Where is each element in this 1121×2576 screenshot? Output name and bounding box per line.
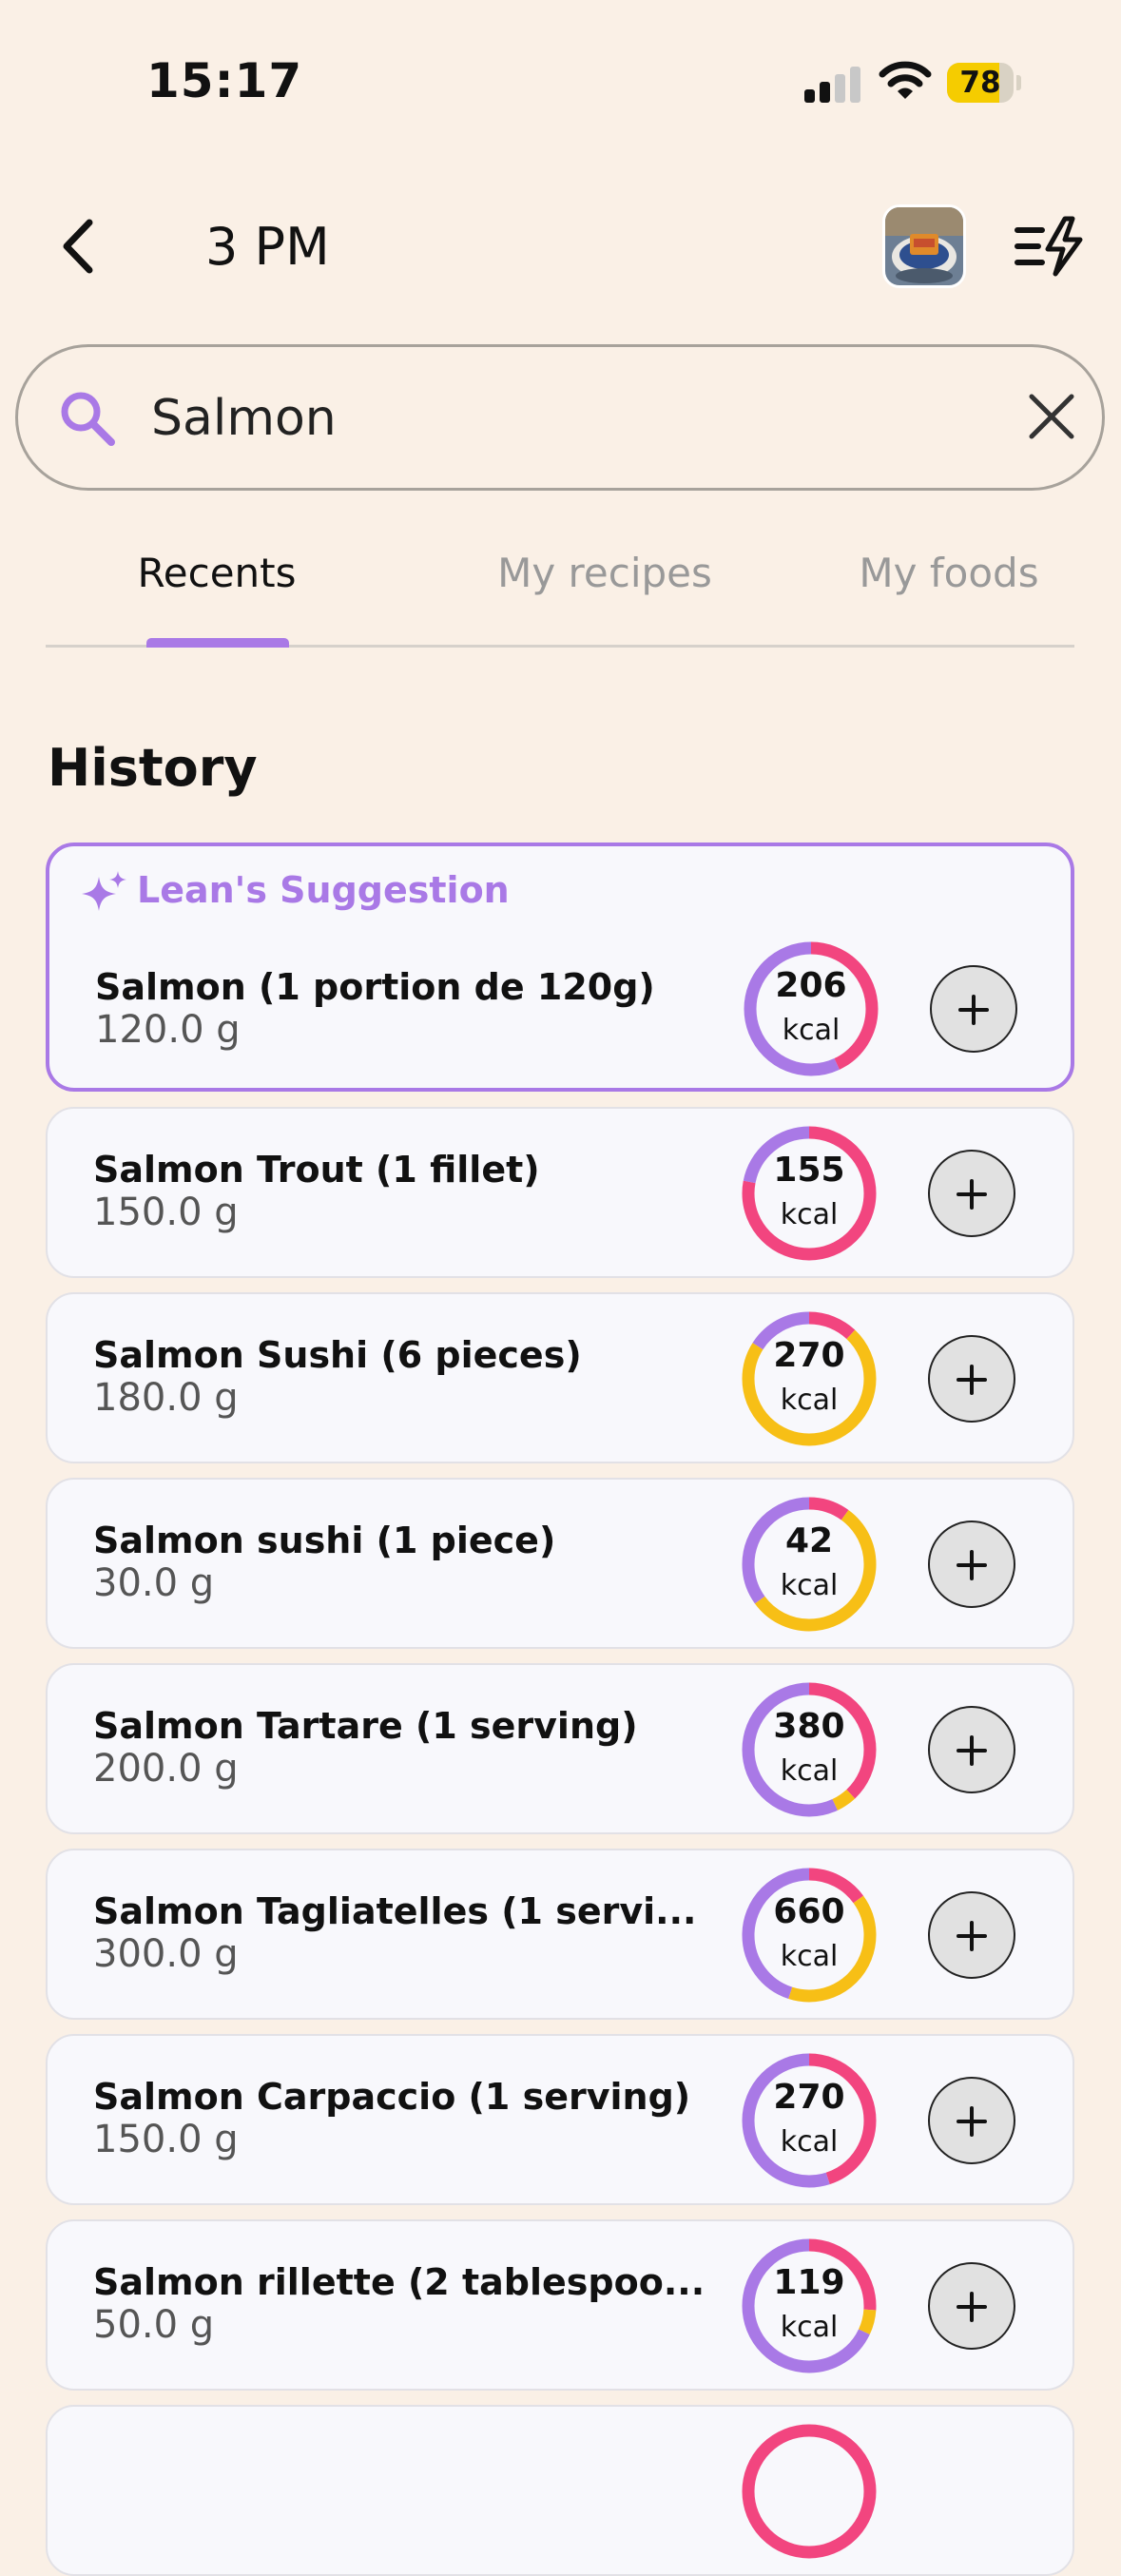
page-title: 3 PM (205, 217, 330, 277)
calorie-unit: kcal (780, 1940, 839, 1973)
battery-level: 78 (959, 66, 1001, 100)
chevron-left-icon (63, 219, 93, 274)
calorie-value: 155 (773, 1151, 845, 1190)
quick-log-button[interactable] (1014, 213, 1086, 280)
food-name: Salmon Trout (1 fillet) (93, 1149, 540, 1191)
cellular-signal-icon (804, 65, 861, 103)
calorie-ring: 270 kcal (738, 2049, 880, 2192)
calorie-unit: kcal (780, 1384, 839, 1417)
add-food-button[interactable] (930, 965, 1017, 1053)
status-bar: 15:17 78 (0, 0, 1121, 162)
calorie-value: 270 (773, 1336, 845, 1375)
avatar[interactable] (882, 204, 966, 288)
calorie-ring (738, 2420, 880, 2563)
calorie-value: 380 (773, 1707, 845, 1746)
sparkle-icon (82, 871, 126, 911)
food-card[interactable] (46, 2405, 1074, 2576)
add-food-button[interactable] (928, 1150, 1015, 1237)
food-quantity: 50.0 g (93, 2303, 215, 2347)
calorie-unit: kcal (782, 1014, 841, 1047)
food-card[interactable]: Salmon rillette (2 tablespoo... 50.0 g 1… (46, 2219, 1074, 2391)
calorie-ring: 206 kcal (740, 938, 882, 1080)
calorie-ring: 660 kcal (738, 1864, 880, 2006)
calorie-value: 206 (775, 966, 847, 1005)
food-card[interactable]: Salmon Sushi (6 pieces) 180.0 g 270 kcal (46, 1292, 1074, 1463)
food-card[interactable]: Salmon Tartare (1 serving) 200.0 g 380 k… (46, 1663, 1074, 1834)
calorie-value: 270 (773, 2078, 845, 2117)
food-quantity: 200.0 g (93, 1747, 239, 1791)
tab-my-foods[interactable]: My foods (768, 550, 1121, 607)
suggestion-label: Lean's Suggestion (137, 869, 510, 911)
lines-bolt-icon (1015, 216, 1083, 277)
add-food-button[interactable] (928, 1891, 1015, 1979)
food-name: Salmon Carpaccio (1 serving) (93, 2076, 691, 2118)
search-input[interactable] (151, 376, 988, 461)
tab-bar: Recents My recipes My foods (46, 533, 1074, 648)
suggestion-card[interactable]: Lean's Suggestion Salmon (1 portion de 1… (46, 843, 1074, 1092)
calorie-unit: kcal (780, 1198, 839, 1231)
calorie-unit: kcal (780, 2311, 839, 2344)
add-food-button[interactable] (928, 1520, 1015, 1608)
calorie-unit: kcal (780, 1569, 839, 1602)
active-tab-indicator (146, 638, 289, 648)
calorie-ring: 155 kcal (738, 1122, 880, 1265)
top-bar: 3 PM (0, 190, 1121, 304)
food-quantity: 120.0 g (95, 1008, 241, 1052)
food-name: Salmon rillette (2 tablespoo... (93, 2261, 705, 2303)
calorie-value: 42 (784, 1521, 834, 1560)
food-quantity: 150.0 g (93, 2118, 239, 2161)
food-name: Salmon Sushi (6 pieces) (93, 1334, 582, 1376)
food-name: Salmon (1 portion de 120g) (95, 966, 655, 1008)
search-icon (61, 392, 115, 446)
back-button[interactable] (49, 213, 110, 280)
food-quantity: 300.0 g (93, 1932, 239, 1976)
tab-my-recipes[interactable]: My recipes (434, 550, 776, 607)
calorie-unit: kcal (780, 2125, 839, 2159)
food-name: Salmon Tagliatelles (1 servi... (93, 1890, 697, 1932)
add-food-button[interactable] (928, 2077, 1015, 2164)
search-bar (15, 344, 1105, 491)
food-quantity: 150.0 g (93, 1191, 239, 1234)
calorie-value: 660 (773, 1892, 845, 1931)
calorie-ring: 119 kcal (738, 2235, 880, 2377)
wifi-icon (879, 59, 932, 103)
avatar-photo (885, 207, 963, 285)
add-food-button[interactable] (928, 2262, 1015, 2350)
status-time: 15:17 (146, 53, 303, 108)
food-card[interactable]: Salmon Carpaccio (1 serving) 150.0 g 270… (46, 2034, 1074, 2205)
food-name: Salmon sushi (1 piece) (93, 1520, 556, 1561)
food-card[interactable]: Salmon Trout (1 fillet) 150.0 g 155 kcal (46, 1107, 1074, 1278)
add-food-button[interactable] (928, 1335, 1015, 1423)
section-title-history: History (48, 738, 258, 798)
calorie-ring: 380 kcal (738, 1678, 880, 1821)
battery-icon: 78 (947, 63, 1021, 103)
tab-recents[interactable]: Recents (103, 550, 331, 607)
food-quantity: 30.0 g (93, 1561, 215, 1605)
clear-search-button[interactable] (1024, 389, 1079, 444)
food-quantity: 180.0 g (93, 1376, 239, 1420)
calorie-ring: 42 kcal (738, 1493, 880, 1636)
food-card[interactable]: Salmon sushi (1 piece) 30.0 g 42 kcal (46, 1478, 1074, 1649)
food-name: Salmon Tartare (1 serving) (93, 1705, 638, 1747)
food-card[interactable]: Salmon Tagliatelles (1 servi... 300.0 g … (46, 1849, 1074, 2020)
calorie-unit: kcal (780, 1754, 839, 1788)
calorie-value: 119 (773, 2263, 845, 2302)
add-food-button[interactable] (928, 1706, 1015, 1793)
calorie-ring: 270 kcal (738, 1307, 880, 1450)
